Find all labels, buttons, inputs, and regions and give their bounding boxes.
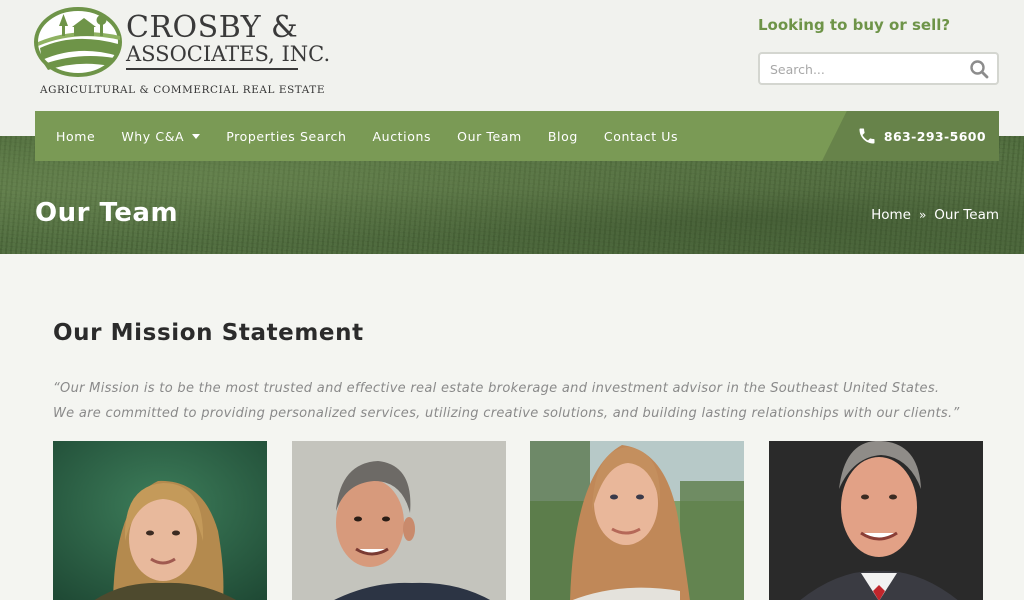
breadcrumb-current: Our Team — [934, 207, 999, 223]
nav-item-label: Contact Us — [603, 128, 679, 144]
nav-item-auctions[interactable]: Auctions — [360, 129, 445, 144]
nav-item-label: Auctions — [372, 128, 432, 144]
main-content: Our Mission Statement “Our Mission is to… — [0, 254, 1024, 600]
phone-icon — [859, 128, 875, 144]
breadcrumb-separator: » — [918, 208, 927, 222]
mission-statement: “Our Mission is to be the most trusted a… — [53, 376, 993, 426]
mission-heading: Our Mission Statement — [53, 320, 364, 346]
nav-item-label: Home — [56, 128, 96, 144]
search-box — [758, 52, 999, 85]
mission-line-1: “Our Mission is to be the most trusted a… — [53, 381, 940, 396]
nav-menu: Home Why C&A Properties Search Auctions … — [35, 111, 691, 161]
main-navigation: Home Why C&A Properties Search Auctions … — [35, 111, 999, 161]
nav-item-label: Our Team — [457, 128, 522, 144]
breadcrumb: Home » Our Team — [871, 207, 999, 223]
nav-item-label: Why C&A — [121, 128, 185, 144]
site-logo[interactable]: CROSBY & ASSOCIATES, INC. AGRICULTURAL &… — [34, 4, 330, 100]
nav-item-label: Properties Search — [226, 128, 347, 144]
portrait-woman-blonde — [53, 441, 267, 600]
team-member-photo-2[interactable] — [292, 441, 506, 600]
portrait-woman-long-hair — [530, 441, 744, 600]
team-member-photo-1[interactable] — [53, 441, 267, 600]
logo-tagline: AGRICULTURAL & COMMERCIAL REAL ESTATE — [40, 84, 326, 96]
team-grid — [53, 441, 983, 600]
mission-line-2: We are committed to providing personaliz… — [53, 406, 960, 421]
team-member-photo-4[interactable] — [769, 441, 983, 600]
search-input[interactable] — [770, 60, 960, 78]
phone-link[interactable]: 863-293-5600 — [822, 111, 999, 161]
nav-item-why-ca[interactable]: Why C&A — [108, 129, 213, 144]
team-member-photo-3[interactable] — [530, 441, 744, 600]
page-title: Our Team — [35, 198, 179, 228]
portrait-man-grey-hair — [292, 441, 506, 600]
chevron-down-icon — [192, 134, 201, 139]
nav-item-contact-us[interactable]: Contact Us — [591, 129, 691, 144]
logo-subtitle: ASSOCIATES, INC. — [126, 42, 331, 66]
breadcrumb-home-link[interactable]: Home — [871, 207, 911, 223]
nav-item-blog[interactable]: Blog — [535, 129, 591, 144]
phone-number: 863-293-5600 — [883, 128, 986, 144]
nav-item-our-team[interactable]: Our Team — [444, 129, 535, 144]
logo-emblem-icon — [34, 7, 122, 77]
buy-sell-prompt: Looking to buy or sell? — [758, 16, 951, 34]
logo-title: CROSBY & — [126, 10, 299, 45]
nav-item-properties-search[interactable]: Properties Search — [213, 129, 359, 144]
search-icon[interactable] — [969, 59, 989, 79]
logo-divider — [126, 68, 298, 70]
nav-item-label: Blog — [547, 128, 578, 144]
portrait-man-suit — [769, 441, 983, 600]
nav-item-home[interactable]: Home — [35, 129, 108, 144]
